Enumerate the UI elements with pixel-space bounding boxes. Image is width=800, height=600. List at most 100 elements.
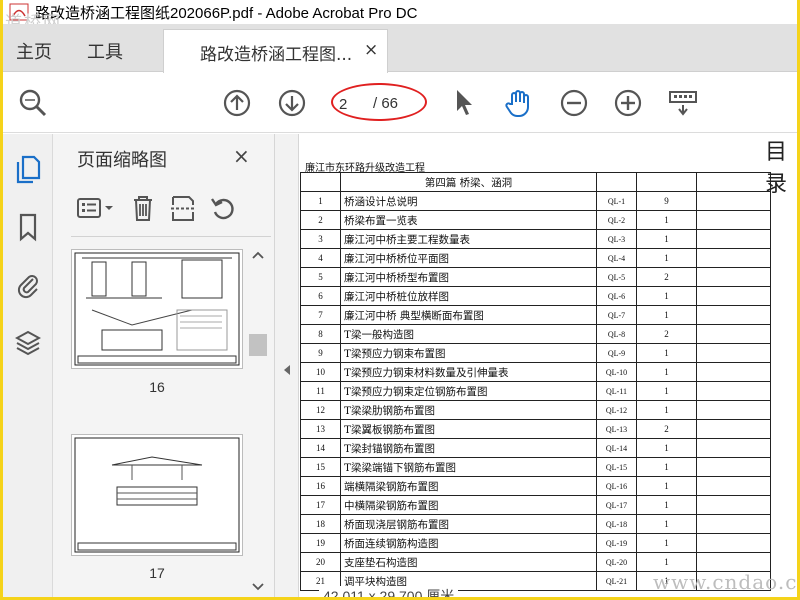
table-row: 3 廉江河中桥主要工程数量表 QL-3 1 bbox=[300, 229, 771, 249]
zoom-in-icon[interactable] bbox=[612, 87, 644, 123]
delete-page-icon[interactable] bbox=[129, 194, 157, 226]
row-title: 桥面连续钢筋构造图 bbox=[340, 533, 597, 553]
tab-bar: 主页 工具 路改造桥涵工程图... × bbox=[3, 24, 797, 73]
row-blank bbox=[696, 286, 771, 306]
table-row: 1 桥涵设计总说明 QL-1 9 bbox=[300, 191, 771, 211]
row-blank bbox=[696, 552, 771, 572]
bookmark-icon[interactable] bbox=[15, 212, 41, 246]
page-thumbnail[interactable] bbox=[71, 434, 243, 556]
keyboard-tool-icon[interactable] bbox=[667, 87, 699, 123]
row-number: 8 bbox=[300, 324, 341, 344]
page-thumbnails-icon[interactable] bbox=[15, 154, 41, 188]
table-row: 12 T梁梁肋钢筋布置图 QL-12 1 bbox=[300, 400, 771, 420]
collapse-arrow-icon[interactable] bbox=[275, 362, 299, 378]
watermark-bottom-right: www.cndao.com bbox=[653, 570, 797, 594]
row-title: 桥涵设计总说明 bbox=[340, 191, 597, 211]
row-number: 18 bbox=[300, 514, 341, 534]
rotate-page-icon[interactable] bbox=[209, 194, 237, 226]
row-code: QL-7 bbox=[596, 305, 637, 325]
row-code: QL-15 bbox=[596, 457, 637, 477]
row-pages: 1 bbox=[636, 248, 697, 268]
panel-collapse-handle[interactable] bbox=[275, 134, 299, 597]
row-blank bbox=[696, 495, 771, 515]
layers-icon[interactable] bbox=[14, 328, 42, 362]
thumbnail-page-number: 17 bbox=[149, 565, 165, 581]
tab-close-icon[interactable]: × bbox=[364, 40, 378, 60]
red-annotation-ellipse bbox=[331, 83, 427, 121]
table-row: 10 T梁预应力钢束材料数量及引伸量表 QL-10 1 bbox=[300, 362, 771, 382]
select-cursor-icon[interactable] bbox=[451, 87, 477, 123]
row-pages: 1 bbox=[636, 552, 697, 572]
navigation-rail bbox=[3, 134, 53, 597]
row-pages: 1 bbox=[636, 362, 697, 382]
row-number: 12 bbox=[300, 400, 341, 420]
row-pages: 1 bbox=[636, 457, 697, 477]
panel-divider bbox=[71, 236, 271, 237]
row-pages: 1 bbox=[636, 343, 697, 363]
table-row: 6 廉江河中桥桩位放样图 QL-6 1 bbox=[300, 286, 771, 306]
scroll-down-icon[interactable] bbox=[249, 580, 267, 594]
row-title: T梁预应力钢束布置图 bbox=[340, 343, 597, 363]
scroll-up-icon[interactable] bbox=[249, 248, 267, 262]
row-pages: 1 bbox=[636, 438, 697, 458]
row-pages: 9 bbox=[636, 191, 697, 211]
row-pages: 2 bbox=[636, 419, 697, 439]
row-title: 桥梁布置一览表 bbox=[340, 210, 597, 230]
row-pages: 1 bbox=[636, 210, 697, 230]
table-row: 20 支座垫石构造图 QL-20 1 bbox=[300, 552, 771, 572]
row-title: 中横隔梁钢筋布置图 bbox=[340, 495, 597, 515]
row-pages: 1 bbox=[636, 514, 697, 534]
table-row: 4 廉江河中桥桥位平面图 QL-4 1 bbox=[300, 248, 771, 268]
table-row: 15 T梁梁端锚下钢筋布置图 QL-15 1 bbox=[300, 457, 771, 477]
table-row: 19 桥面连续钢筋构造图 QL-19 1 bbox=[300, 533, 771, 553]
table-row: 13 T梁翼板钢筋布置图 QL-13 2 bbox=[300, 419, 771, 439]
hand-tool-icon[interactable] bbox=[503, 87, 535, 123]
row-title: 支座垫石构造图 bbox=[340, 552, 597, 572]
row-code: QL-6 bbox=[596, 286, 637, 306]
row-blank bbox=[696, 229, 771, 249]
row-blank bbox=[696, 457, 771, 477]
scrollbar-thumb[interactable] bbox=[249, 334, 267, 356]
panel-close-icon[interactable]: × bbox=[233, 144, 250, 168]
attachment-icon[interactable] bbox=[15, 270, 41, 304]
zoom-out-icon[interactable] bbox=[558, 87, 590, 123]
page-thumbnail[interactable] bbox=[71, 249, 243, 369]
options-menu-icon[interactable] bbox=[75, 194, 117, 226]
previous-page-icon[interactable] bbox=[221, 87, 253, 123]
tab-home[interactable]: 主页 bbox=[16, 38, 52, 64]
row-title: 廉江河中桥主要工程数量表 bbox=[340, 229, 597, 249]
table-row: 5 廉江河中桥桥型布置图 QL-5 2 bbox=[300, 267, 771, 287]
row-pages: 1 bbox=[636, 381, 697, 401]
zoom-search-icon[interactable] bbox=[17, 87, 49, 123]
row-blank bbox=[696, 267, 771, 287]
row-number: 16 bbox=[300, 476, 341, 496]
row-pages: 1 bbox=[636, 305, 697, 325]
row-code: QL-17 bbox=[596, 495, 637, 515]
tab-document[interactable]: 路改造桥涵工程图... × bbox=[163, 29, 388, 73]
table-row: 16 端横隔梁钢筋布置图 QL-16 1 bbox=[300, 476, 771, 496]
row-blank bbox=[696, 362, 771, 382]
row-number: 6 bbox=[300, 286, 341, 306]
row-number: 20 bbox=[300, 552, 341, 572]
row-pages: 1 bbox=[636, 533, 697, 553]
row-title: T梁封锚钢筋布置图 bbox=[340, 438, 597, 458]
row-code: QL-16 bbox=[596, 476, 637, 496]
row-number: 4 bbox=[300, 248, 341, 268]
row-blank bbox=[696, 248, 771, 268]
thumbnail-page-number: 16 bbox=[149, 379, 165, 395]
row-number: 13 bbox=[300, 419, 341, 439]
row-code: QL-1 bbox=[596, 191, 637, 211]
row-number: 1 bbox=[300, 191, 341, 211]
tab-tools[interactable]: 工具 bbox=[87, 38, 123, 64]
panel-title: 页面缩略图 bbox=[77, 150, 167, 171]
row-code: QL-3 bbox=[596, 229, 637, 249]
table-row: 2 桥梁布置一览表 QL-2 1 bbox=[300, 210, 771, 230]
extract-pages-icon[interactable] bbox=[169, 194, 197, 226]
row-number: 15 bbox=[300, 457, 341, 477]
panel-scrollbar[interactable] bbox=[249, 244, 267, 597]
document-view[interactable]: 目录 廉江市东环路升级改造工程 第四篇 桥梁、涵洞 1 桥涵设计总说明 QL-1 9 2… bbox=[299, 134, 797, 597]
row-pages: 1 bbox=[636, 495, 697, 515]
table-of-contents: 第四篇 桥梁、涵洞 1 桥涵设计总说明 QL-1 9 2 桥梁布置一览表 QL-2 1 3 廉江河… bbox=[300, 172, 771, 591]
next-page-icon[interactable] bbox=[276, 87, 308, 123]
row-number: 7 bbox=[300, 305, 341, 325]
